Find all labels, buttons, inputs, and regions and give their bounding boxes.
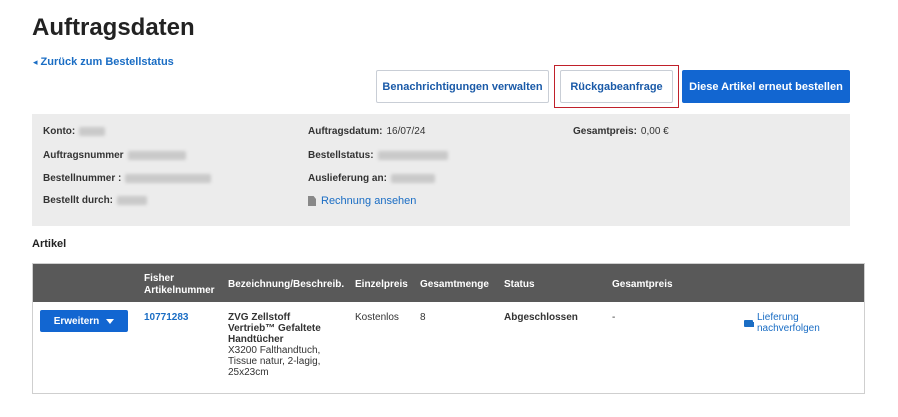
bestellnummer-row: Bestellnummer : [43,173,212,184]
order-info-panel: Konto: Auftragsnummer Bestellnummer : Be… [32,114,850,226]
header-description: Bezeichnung/Beschreib. [228,279,345,290]
order-number-redacted [127,151,186,160]
order-status-row: Bestellstatus: [308,150,448,161]
chevron-down-icon [106,318,115,324]
view-invoice-label: Rechnung ansehen [321,195,417,207]
delivery-redacted [390,174,435,183]
chevron-left-icon: ◂ [33,56,38,67]
bestellnummer-redacted [125,174,212,183]
total-price-label: Gesamtpreis: [573,126,637,137]
return-request-highlight: Rückgabeanfrage [554,65,679,108]
item-total-price: - [612,312,616,323]
ordered-by-redacted [117,196,148,205]
truck-icon [744,319,754,327]
table-header: Fisher Artikelnummer Bezeichnung/Beschre… [33,264,864,302]
item-name-line1: ZVG Zellstoff [228,312,291,323]
order-date-value: 16/07/24 [386,126,426,137]
expand-label: Erweitern [53,315,100,327]
header-unit-price: Einzelpreis [355,279,408,290]
bestellnummer-label: Bestellnummer : [43,173,122,184]
order-status-redacted [377,151,448,160]
account-row: Konto: [43,126,106,137]
reorder-items-button[interactable]: Diese Artikel erneut bestellen [682,70,850,103]
track-delivery-link[interactable]: Lieferung nachverfolgen [744,312,864,334]
delivery-label: Auslieferung an: [308,173,387,184]
items-section-title: Artikel [32,238,67,250]
page-title: Auftragsdaten [32,14,195,41]
header-quantity: Gesamtmenge [420,279,489,290]
order-items-table: Fisher Artikelnummer Bezeichnung/Beschre… [32,263,865,394]
back-to-order-status-link[interactable]: ◂ Zurück zum Bestellstatus [33,56,174,68]
header-fisher-line2: Artikelnummer [144,285,215,296]
delivery-row: Auslieferung an: [308,173,435,184]
item-name-line2: Vertrieb™ Gefaltete [228,323,321,334]
account-label: Konto: [43,126,76,137]
item-desc-line3: 25x23cm [228,367,269,378]
item-quantity: 8 [420,312,426,323]
manage-notifications-button[interactable]: Benachrichtigungen verwalten [376,70,549,103]
order-status-label: Bestellstatus: [308,150,374,161]
item-desc-line2: Tissue natur, 2-lagig, [228,356,321,367]
ordered-by-label: Bestellt durch: [43,195,114,206]
order-date-label: Auftragsdatum: [308,126,383,137]
order-number-row: Auftragsnummer [43,150,186,161]
ordered-by-row: Bestellt durch: [43,195,148,206]
order-number-label: Auftragsnummer [43,150,124,161]
header-fisher-line1: Fisher [144,273,175,284]
item-description: ZVG Zellstoff Vertrieb™ Gefaltete Handtü… [228,312,321,378]
header-total-price: Gesamtpreis [612,279,673,290]
item-desc-line1: X3200 Falthandtuch, [228,345,321,356]
order-date-row: Auftragsdatum: 16/07/24 [308,126,425,137]
view-invoice-link[interactable]: Rechnung ansehen [308,195,416,207]
expand-row-button[interactable]: Erweitern [40,310,128,332]
item-status: Abgeschlossen [504,312,578,323]
header-status: Status [504,279,535,290]
item-unit-price: Kostenlos [355,312,399,323]
account-value-redacted [79,127,106,136]
total-price-value: 0,00 € [640,126,669,137]
item-name-line3: Handtücher [228,334,284,345]
track-delivery-label: Lieferung nachverfolgen [756,312,820,334]
header-fisher-article-number: Fisher Artikelnummer [144,273,215,297]
invoice-row: Rechnung ansehen [308,195,416,207]
return-request-button[interactable]: Rückgabeanfrage [560,70,673,103]
article-number-link[interactable]: 10771283 [144,312,189,323]
document-icon [308,196,316,206]
back-link-label: Zurück zum Bestellstatus [40,56,174,68]
total-price-row: Gesamtpreis: 0,00 € [573,126,669,137]
